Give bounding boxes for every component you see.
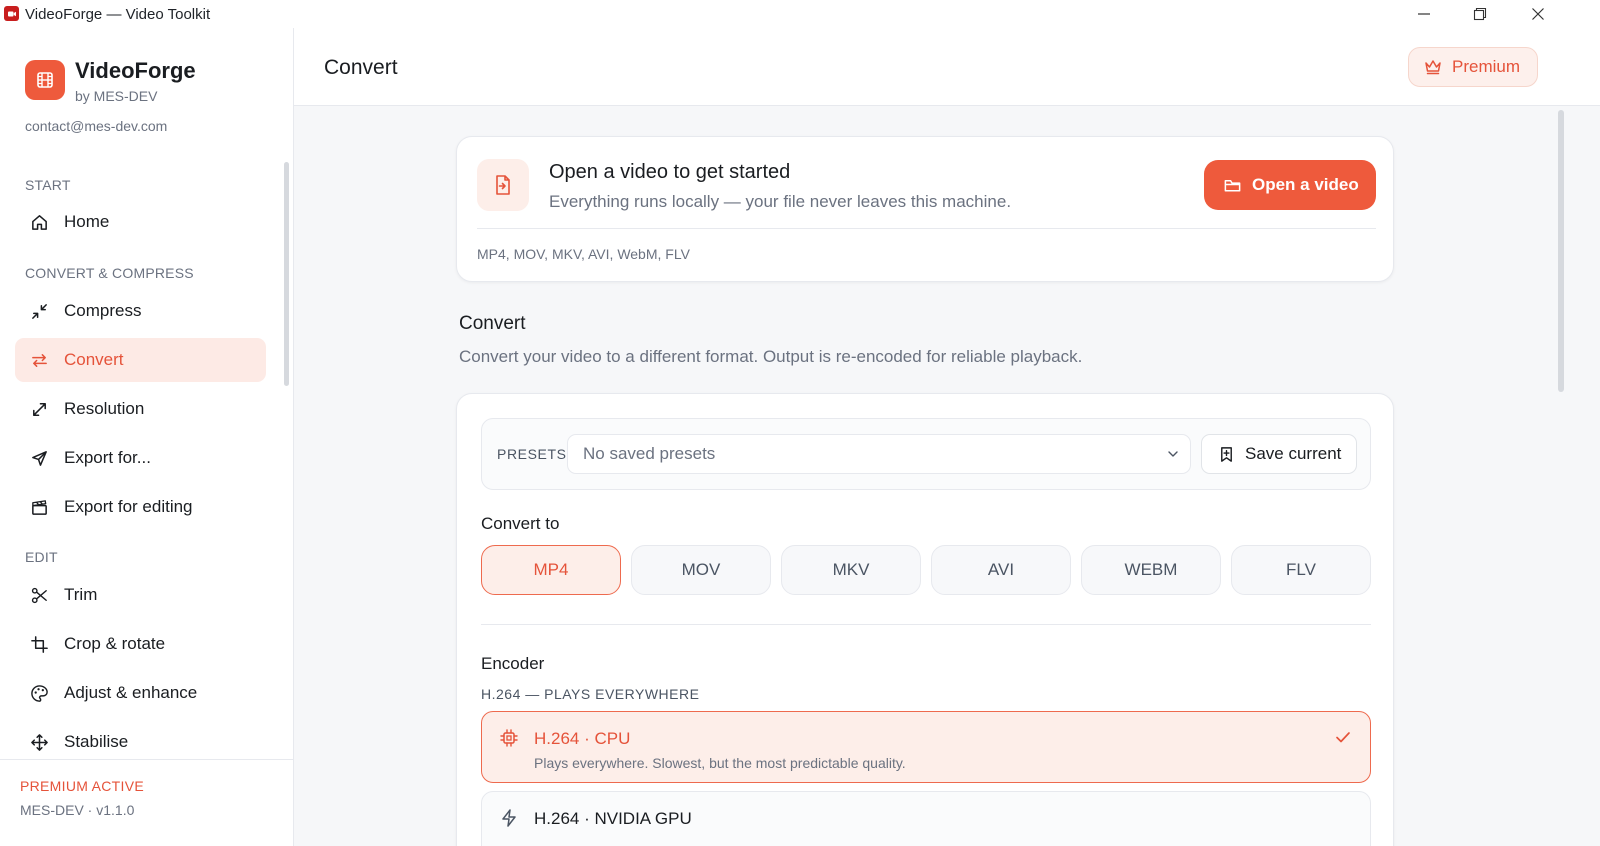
open-video-subtitle: Everything runs locally — your file neve… (549, 192, 1012, 211)
sidebar-item-crop-rotate[interactable]: Crop & rotate (15, 622, 266, 666)
encoder-name: H.264 · NVIDIA GPU (534, 809, 692, 828)
format-option-mov[interactable]: MOV (631, 545, 771, 595)
sidebar-item-label: Resolution (64, 399, 145, 418)
expand-icon (29, 399, 49, 419)
scissors-icon (29, 585, 49, 605)
sidebar-item-trim[interactable]: Trim (15, 573, 266, 617)
sidebar-item-label: Trim (64, 585, 98, 604)
format-option-mp4[interactable]: MP4 (481, 545, 621, 595)
app-icon (4, 6, 19, 21)
crop-icon (29, 634, 49, 654)
divider (477, 228, 1376, 229)
format-option-flv[interactable]: FLV (1231, 545, 1371, 595)
format-option-webm[interactable]: WEBM (1081, 545, 1221, 595)
section-label-start: START (25, 177, 71, 193)
premium-status: PREMIUM ACTIVE (20, 778, 144, 794)
close-button[interactable] (1510, 0, 1566, 28)
encoder-group-label: H.264 — PLAYS EVERYWHERE (481, 686, 700, 702)
move-icon (29, 732, 49, 752)
sidebar-item-label: Crop & rotate (64, 634, 166, 653)
convert-section-description: Convert your video to a different format… (459, 347, 1083, 366)
divider (481, 624, 1371, 625)
sidebar-item-resolution[interactable]: Resolution (15, 387, 266, 431)
brand-contact: contact@mes-dev.com (25, 118, 168, 134)
title-bar: VideoForge — Video Toolkit (0, 0, 1600, 28)
check-icon (1336, 732, 1350, 743)
sidebar-item-export-for[interactable]: Export for... (15, 436, 266, 480)
restore-icon (1473, 7, 1487, 21)
sidebar-item-export-for-editing[interactable]: Export for editing (15, 485, 266, 529)
lightning-icon (499, 808, 519, 828)
sidebar: VideoForge by MES-DEV contact@mes-dev.co… (0, 28, 294, 846)
encoder-option-h264-cpu[interactable]: H.264 · CPU Plays everywhere. Slowest, b… (481, 711, 1371, 783)
sidebar-item-label: Export for... (64, 448, 151, 467)
supported-formats: MP4, MOV, MKV, AVI, WebM, FLV (477, 246, 690, 262)
sidebar-item-label: Adjust & enhance (64, 683, 198, 702)
brand-byline: by MES-DEV (75, 88, 158, 104)
open-video-card: Open a video to get started Everything r… (456, 136, 1394, 282)
encoder-description: Plays everywhere. Slowest, but the most … (534, 755, 906, 771)
palette-icon (29, 683, 49, 703)
convert-icon (29, 350, 49, 370)
section-label-convert-compress: CONVERT & COMPRESS (25, 265, 194, 281)
sidebar-item-adjust-enhance[interactable]: Adjust & enhance (15, 671, 266, 715)
open-video-title: Open a video to get started (549, 161, 791, 183)
send-icon (29, 448, 49, 468)
main-header: Convert Premium (294, 28, 1600, 106)
main-content: Open a video to get started Everything r… (294, 106, 1600, 846)
sidebar-item-home[interactable]: Home (15, 200, 266, 244)
crown-icon (1425, 60, 1441, 75)
sidebar-item-label: Home (64, 212, 110, 231)
convert-settings-card: PRESETS No saved presets Save current Co… (456, 393, 1394, 846)
presets-label: PRESETS (497, 446, 567, 462)
restore-button[interactable] (1452, 0, 1508, 28)
encoder-option-h264-nvidia[interactable]: H.264 · NVIDIA GPU (481, 791, 1371, 846)
file-add-icon (477, 159, 529, 211)
close-icon (1532, 8, 1544, 20)
window-title: VideoForge — Video Toolkit (25, 6, 211, 23)
sidebar-item-label: Export for editing (64, 497, 193, 516)
brand-name: VideoForge (75, 58, 196, 83)
chevron-down-icon (1168, 451, 1178, 457)
film-icon (37, 72, 53, 88)
page-title: Convert (324, 56, 398, 79)
home-icon (29, 212, 49, 232)
encoder-label: Encoder (481, 654, 545, 673)
folder-open-icon (1224, 179, 1241, 191)
version-label: MES-DEV · v1.1.0 (20, 802, 135, 818)
sidebar-item-label: Stabilise (64, 732, 129, 751)
sidebar-scrollbar[interactable] (284, 162, 289, 386)
convert-section-title: Convert (459, 313, 526, 334)
format-option-avi[interactable]: AVI (931, 545, 1071, 595)
sidebar-item-convert[interactable]: Convert (15, 338, 266, 382)
main-scrollbar[interactable] (1558, 110, 1564, 392)
cpu-icon (499, 728, 519, 748)
presets-select-value: No saved presets (583, 444, 716, 463)
format-option-mkv[interactable]: MKV (781, 545, 921, 595)
compress-icon (29, 301, 49, 321)
sidebar-item-compress[interactable]: Compress (15, 289, 266, 333)
sidebar-footer: PREMIUM ACTIVE MES-DEV · v1.1.0 (0, 759, 293, 846)
convert-to-label: Convert to (481, 514, 560, 533)
presets-bar: PRESETS No saved presets Save current (481, 418, 1371, 490)
sidebar-item-stabilise[interactable]: Stabilise (15, 720, 266, 764)
premium-label: Premium (1452, 57, 1521, 76)
encoder-name: H.264 · CPU (534, 729, 631, 748)
minimize-button[interactable] (1396, 0, 1452, 28)
brand-logo (25, 60, 65, 100)
bookmark-plus-icon (1221, 446, 1232, 462)
premium-button[interactable]: Premium (1408, 47, 1538, 87)
open-video-button-label: Open a video (1252, 175, 1359, 194)
save-preset-label: Save current (1245, 444, 1342, 463)
clapperboard-icon (29, 497, 49, 517)
section-label-edit: EDIT (25, 549, 58, 565)
presets-select[interactable]: No saved presets (567, 434, 1191, 474)
open-video-button[interactable]: Open a video (1204, 160, 1376, 210)
minimize-icon (1418, 13, 1430, 15)
save-preset-button[interactable]: Save current (1201, 434, 1357, 474)
sidebar-item-label: Compress (64, 301, 142, 320)
sidebar-item-label: Convert (64, 350, 124, 369)
